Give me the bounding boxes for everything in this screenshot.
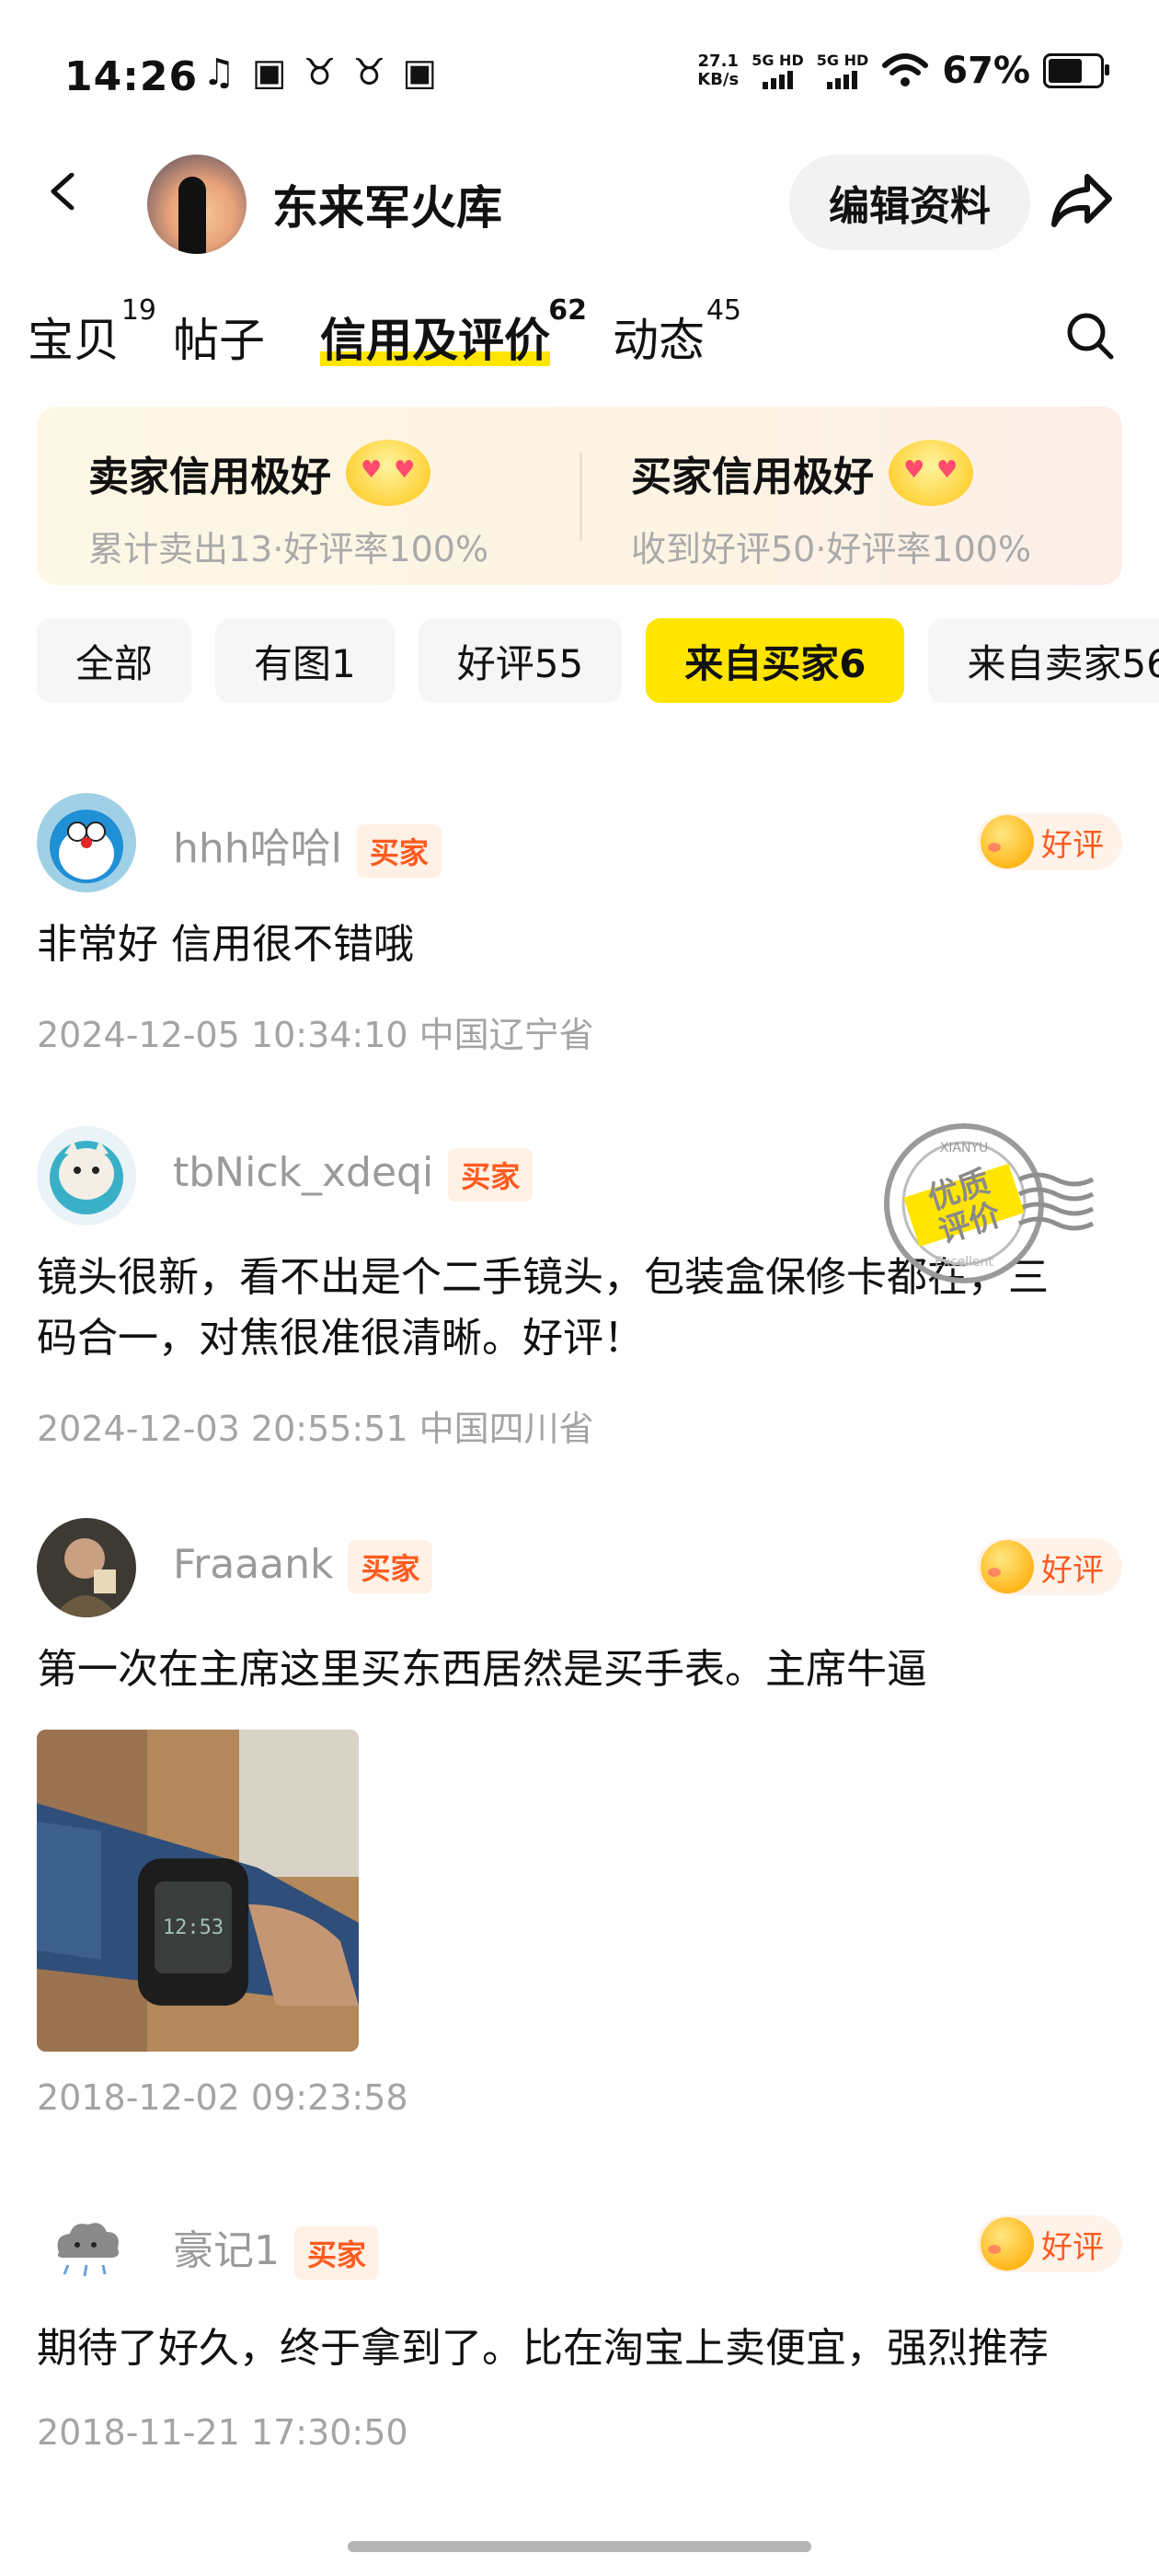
smile-icon: [981, 1540, 1034, 1593]
battery-percent: 67%: [942, 50, 1030, 92]
reviewer-name: 豪记1 买家: [173, 2217, 380, 2280]
buyer-badge: 买家: [348, 1540, 433, 1593]
reviewer-name: Fraaank 买家: [173, 1540, 433, 1593]
share-icon[interactable]: [1050, 171, 1115, 230]
app-notification-icon: ▣: [251, 52, 287, 94]
notification-icons: ♫ ▣ ♉ ♉ ▣: [202, 52, 437, 94]
shop-name: 东来军火库: [272, 181, 502, 235]
edit-profile-button[interactable]: 编辑资料: [789, 155, 1030, 250]
review-item: Fraaank 买家 好评 第一次在主席这里买东西居然是买手表。主席牛逼 12:5…: [37, 1518, 1122, 2118]
review-meta: 2024-12-03 20:55:51 中国四川省: [37, 1409, 594, 1449]
tab-items[interactable]: 宝贝 19: [28, 294, 156, 370]
review-photo[interactable]: 12:53: [37, 1730, 359, 2052]
review-text: 第一次在主席这里买东西居然是买手表。主席牛逼: [37, 1646, 927, 1693]
credit-summary: 卖家信用极好 ♥ ♥ 累计卖出13·好评率100% 买家信用极好 ♥ ♥ 收到好评5…: [37, 407, 1122, 585]
status-time: 14:26: [64, 53, 199, 100]
seller-credit: 卖家信用极好 ♥ ♥ 累计卖出13·好评率100%: [88, 440, 488, 571]
avatar[interactable]: [37, 2195, 136, 2294]
tab-credit-reviews[interactable]: 信用及评价 62: [320, 294, 587, 370]
buyer-badge: 买家: [448, 1148, 534, 1202]
home-indicator[interactable]: [348, 2541, 811, 2552]
buyer-badge: 买家: [356, 824, 442, 878]
tab-bar: 宝贝 19 帖子 信用及评价 62 动态 45: [28, 294, 758, 370]
review-text: 期待了好久，终于拿到了。比在淘宝上卖便宜，强烈推荐: [37, 2325, 1049, 2372]
signal-icon: 5G HD: [817, 52, 868, 89]
review-text: 非常好 信用很不错哦: [37, 921, 414, 968]
status-right: 27.1 KB/s 5G HD 5G HD 67%: [697, 50, 1109, 92]
review-item: 豪记1 买家 好评 期待了好久，终于拿到了。比在淘宝上卖便宜，强烈推荐 2018-…: [37, 2195, 1122, 2490]
svg-text:12:53: 12:53: [163, 1916, 224, 1939]
signal-icon: 5G HD: [752, 52, 804, 89]
positive-review-badge: 好评: [977, 813, 1122, 870]
smile-icon: [981, 815, 1034, 868]
positive-review-badge: 好评: [977, 2215, 1122, 2272]
review-meta: 2018-12-02 09:23:58: [37, 2077, 408, 2118]
net-speed: 27.1 KB/s: [697, 52, 740, 89]
tab-activity[interactable]: 动态 45: [613, 294, 741, 370]
avatar[interactable]: [37, 793, 136, 892]
app-notification-icon: ▣: [402, 52, 438, 94]
avatar[interactable]: [37, 1518, 136, 1617]
buyer-badge: 买家: [294, 2226, 380, 2280]
svg-text:Excellent: Excellent: [935, 1255, 993, 1270]
search-icon[interactable]: [1063, 309, 1117, 362]
avatar[interactable]: [147, 155, 247, 254]
filter-all[interactable]: 全部: [37, 618, 192, 703]
heart-eyes-icon: ♥ ♥: [346, 440, 430, 506]
smile-icon: [981, 2217, 1034, 2271]
buyer-credit: 买家信用极好 ♥ ♥ 收到好评50·好评率100%: [631, 440, 1031, 571]
excellent-review-stamp-icon: XIANYU 优质 评价 Excellent: [884, 1123, 1095, 1283]
filter-positive[interactable]: 好评55: [418, 618, 623, 703]
review-item: hhh哈哈l 买家 好评 非常好 信用很不错哦 2024-12-05 10:34:…: [37, 793, 1122, 1069]
filter-chips: 全部 有图1 好评55 来自买家6 来自卖家56: [37, 618, 1159, 703]
svg-text:XIANYU: XIANYU: [940, 1141, 989, 1156]
review-meta: 2024-12-05 10:34:10 中国辽宁省: [37, 1015, 594, 1055]
filter-from-buyers[interactable]: 来自买家6: [646, 618, 905, 703]
filter-from-sellers[interactable]: 来自卖家56: [928, 618, 1159, 703]
reviewer-name: hhh哈哈l 买家: [173, 815, 442, 878]
tab-posts[interactable]: 帖子: [173, 304, 265, 370]
app-notification-icon: ♉: [303, 52, 337, 94]
reviewer-name: tbNick_xdeqi 买家: [173, 1148, 534, 1202]
back-icon[interactable]: [46, 173, 83, 210]
avatar[interactable]: [37, 1126, 136, 1225]
battery-icon: [1043, 53, 1109, 88]
review-meta: 2018-11-21 17:30:50: [37, 2412, 408, 2453]
app-notification-icon: ♉: [352, 52, 386, 94]
music-icon: ♫: [202, 52, 235, 94]
wifi-icon: [882, 53, 929, 86]
filter-with-images[interactable]: 有图1: [215, 618, 395, 703]
positive-review-badge: 好评: [977, 1538, 1122, 1595]
heart-eyes-icon: ♥ ♥: [889, 440, 973, 506]
